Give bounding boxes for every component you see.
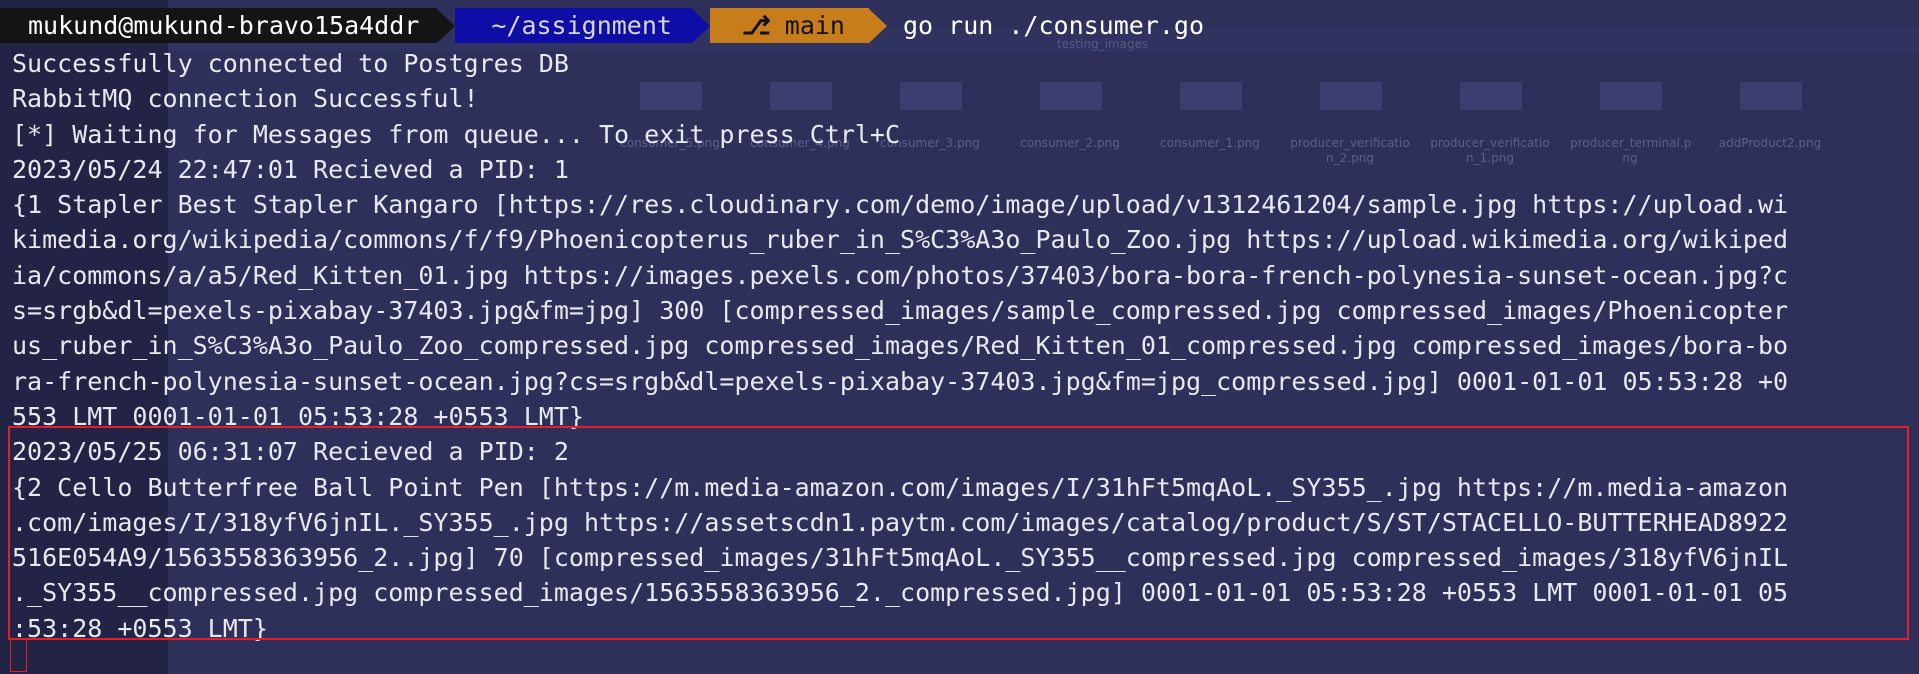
output-line: kimedia.org/wikipedia/commons/f/f9/Phoen… [12,225,1789,255]
prompt-user-host: mukund@mukund-bravo15a4ddr [0,8,438,43]
highlight-annotation-box [8,426,1909,640]
output-line: 2023/05/24 22:47:01 Recieved a PID: 1 [12,154,569,184]
output-line: ra-french-polynesia-sunset-ocean.jpg?cs=… [12,366,1789,396]
output-line: ia/commons/a/a5/Red_Kitten_01.jpg https:… [12,260,1789,290]
prompt-git-branch: ⎇ main [709,8,869,43]
powerline-separator [691,8,710,43]
output-line: us_ruber_in_S%C3%A3o_Paulo_Zoo_compresse… [12,331,1789,361]
terminal-cursor [10,638,27,672]
git-branch-icon: ⎇ [741,11,771,40]
prompt-directory: ~/assignment [455,8,692,43]
output-line: RabbitMQ connection Successful! [12,84,479,114]
output-line: Successfully connected to Postgres DB [12,49,569,78]
terminal-window[interactable]: mukund@mukund-bravo15a4ddr ~/assignment … [0,0,1919,674]
prompt-branch-name: main [784,11,845,40]
powerline-separator [869,8,887,43]
output-line: [*] Waiting for Messages from queue... T… [12,119,901,149]
powerline-separator [437,8,456,43]
output-line: s=srgb&dl=pexels-pixabay-37403.jpg&fm=jp… [12,296,1789,326]
shell-prompt: mukund@mukund-bravo15a4ddr ~/assignment … [0,8,1204,43]
prompt-command: go run ./consumer.go [903,11,1205,40]
output-line: {1 Stapler Best Stapler Kangaro [https:/… [12,190,1789,220]
